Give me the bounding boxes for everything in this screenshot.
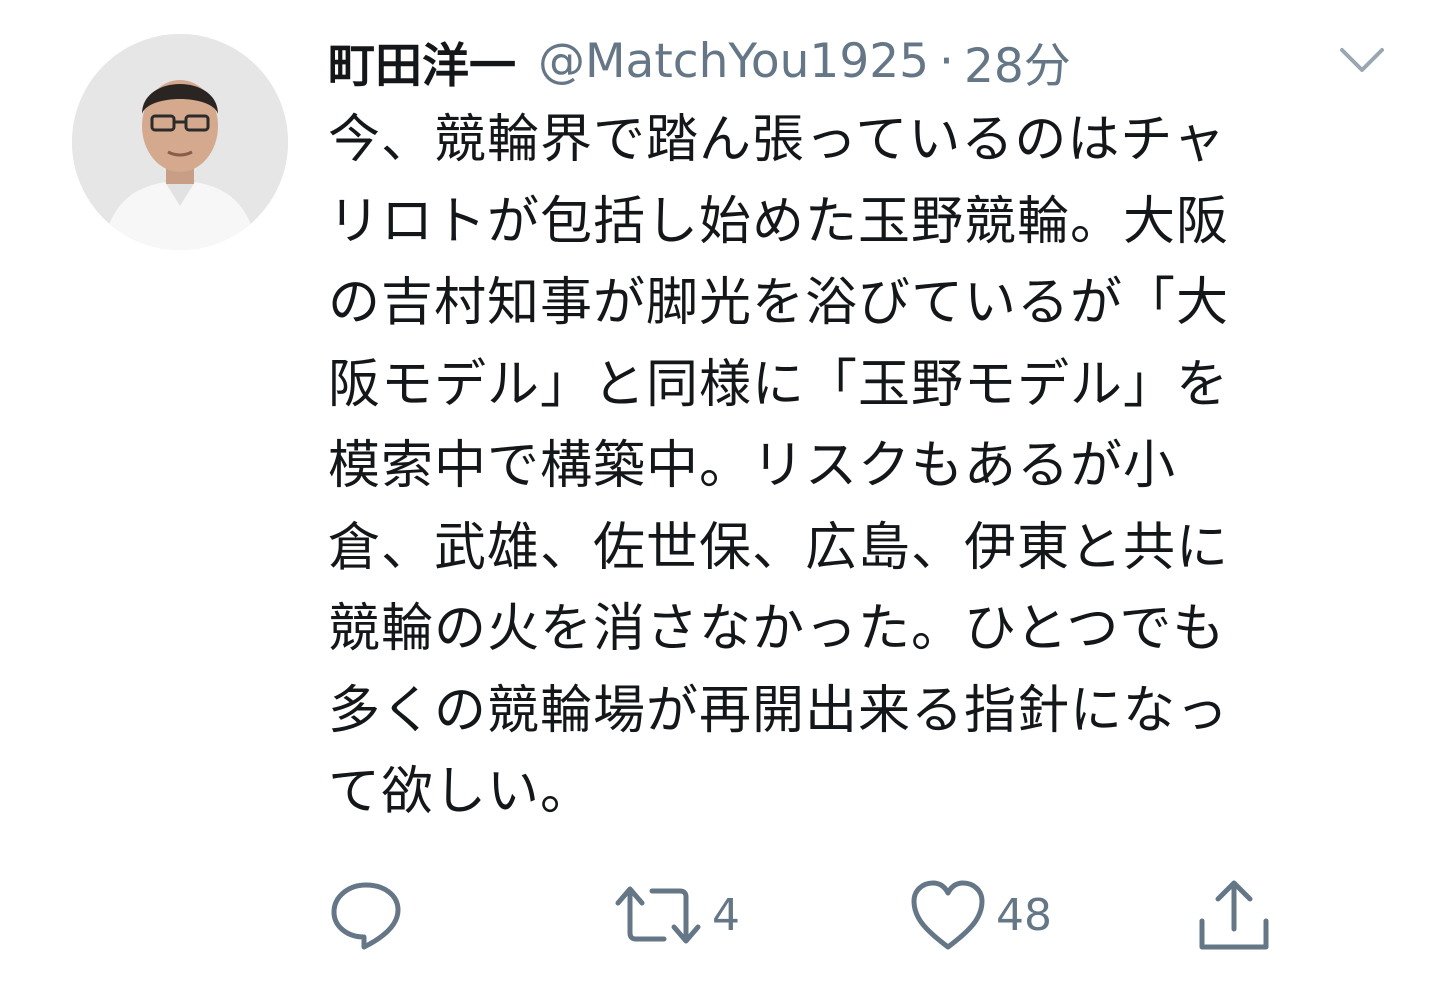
reply-icon — [328, 877, 404, 953]
retweet-button[interactable]: 4 — [612, 870, 740, 960]
tweet-text-line: の吉村知事が脚光を浴びているが「大 — [328, 273, 1230, 333]
timestamp[interactable]: 28分 — [964, 27, 1071, 96]
separator-dot: · — [939, 33, 954, 89]
action-bar: 4 48 — [328, 870, 1288, 960]
tweet-text-line: 今、競輪界で踏ん張っているのはチャ — [328, 110, 1226, 170]
retweet-count: 4 — [712, 889, 740, 941]
tweet-text-line: 多くの競輪場が再開出来る指針になっ — [328, 680, 1230, 741]
tweet-text-line: リロトが包括し始めた玉野競輪。大阪 — [328, 191, 1230, 252]
reply-button[interactable] — [328, 870, 412, 960]
chevron-down-icon[interactable] — [1334, 40, 1390, 80]
tweet-header: 町田洋一 @MatchYou1925 · 28分 — [328, 26, 1071, 96]
share-icon — [1194, 875, 1274, 955]
display-name[interactable]: 町田洋一 — [328, 27, 516, 96]
avatar[interactable] — [72, 34, 288, 250]
tweet: 町田洋一 @MatchYou1925 · 28分 今、競輪界で踏ん張っているのは… — [0, 0, 1448, 991]
avatar-image — [72, 34, 288, 250]
tweet-text: 今、競輪界で踏ん張っているのはチャ リロトが包括し始めた玉野競輪。大阪 の吉村知… — [328, 100, 1348, 834]
user-handle[interactable]: @MatchYou1925 — [538, 34, 929, 89]
tweet-text-line: 阪モデル」と同様に「玉野モデル」を — [328, 354, 1230, 415]
like-button[interactable]: 48 — [908, 870, 1052, 960]
tweet-text-line: 模索中で構築中。リスクもあるが小 — [328, 436, 1177, 496]
share-button[interactable] — [1194, 870, 1282, 960]
tweet-text-line: 倉、武雄、佐世保、広島、伊東と共に — [328, 517, 1230, 578]
tweet-text-line: 競輪の火を消さなかった。ひとつでも — [328, 599, 1226, 659]
heart-icon — [908, 877, 988, 953]
retweet-icon — [612, 877, 704, 953]
tweet-text-line: て欲しい。 — [328, 762, 594, 822]
like-count: 48 — [996, 889, 1052, 941]
